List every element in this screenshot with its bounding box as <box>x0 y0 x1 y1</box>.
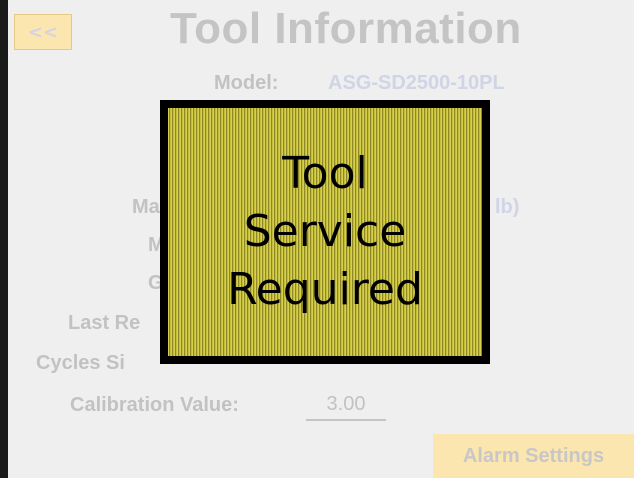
cycles-since-repair-label: Cycles Si <box>36 352 125 374</box>
last-repair-label: Last Re <box>68 312 141 334</box>
alert-line-2: Service <box>243 206 407 257</box>
calibration-value-field[interactable]: 3.00 <box>306 393 386 421</box>
max-torque-label: Ma <box>132 196 160 218</box>
alarm-settings-button[interactable]: Alarm Settings <box>433 434 634 478</box>
tool-information-screen: << Tool Information Model: ASG-SD2500-10… <box>8 0 634 478</box>
back-button[interactable]: << <box>14 14 72 50</box>
model-label: Model: <box>214 72 279 94</box>
max-torque-unit-value: lb) <box>495 196 520 218</box>
model-value: ASG-SD2500-10PL <box>328 72 505 94</box>
tool-service-required-alert[interactable]: Tool Service Required <box>160 100 490 364</box>
alert-line-3: Required <box>227 264 423 315</box>
alert-line-1: Tool <box>282 148 368 199</box>
page-title: Tool Information <box>170 4 522 53</box>
calibration-value-label: Calibration Value: <box>70 394 239 416</box>
